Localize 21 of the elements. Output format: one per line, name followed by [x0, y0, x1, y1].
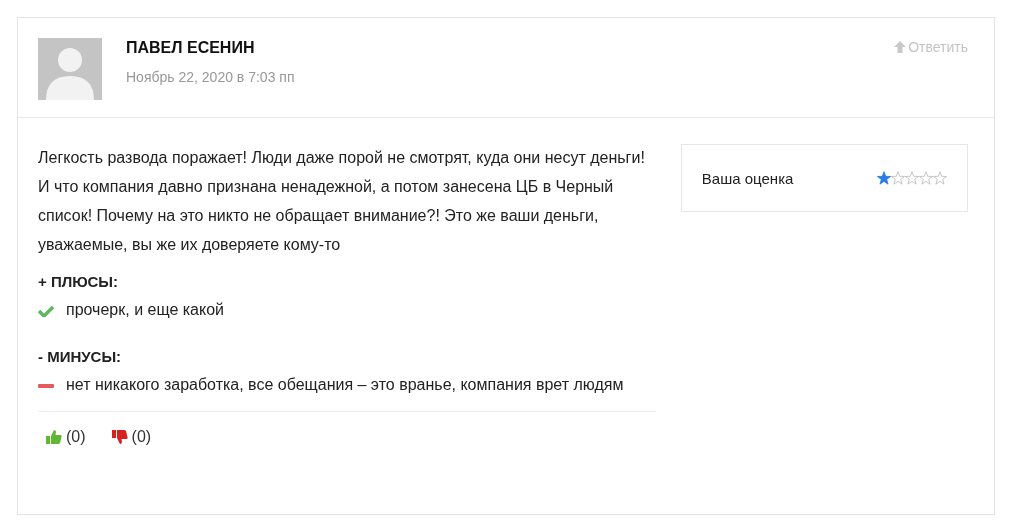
star-icon[interactable] [933, 171, 947, 185]
rating-label: Ваша оценка [701, 169, 794, 187]
section-item: прочерк, и еще какой [66, 301, 224, 318]
comment-text: Легкость развода поражает! Люди даже порой не смотрят, куда они несут деньги! И что компания давно признана ненадежной, а потом занесена ЦБ в Черный список! Почему на это никто не обращает внимание?! Это же ваши деньги, уважаемые, вы же их доверяете кому-то [38, 148, 646, 255]
comment-date: Ноябрь 22, 2020 в 7:03 пп [126, 69, 296, 85]
star-icon[interactable] [891, 171, 905, 185]
section-heading: + ПЛЮСЫ: [38, 272, 120, 292]
thumbs-down-icon [111, 429, 128, 445]
vote-button[interactable]: (0) [46, 428, 86, 446]
avatar-icon [38, 38, 102, 100]
minus-icon [38, 383, 54, 388]
star-icon[interactable] [877, 171, 891, 185]
up-arrow-icon [894, 41, 907, 53]
star-icon[interactable] [919, 171, 933, 185]
author-name: ПАВЕЛ ЕСЕНИН [126, 39, 256, 57]
section-item: нет никакого заработка, все обещания – это вранье, компания врет людям [66, 376, 624, 393]
vote-button[interactable]: (0) [111, 428, 152, 446]
check-icon [38, 304, 54, 317]
section-heading: - МИНУСЫ: [38, 347, 123, 367]
thumbs-up-icon [46, 429, 62, 445]
star-icon[interactable] [905, 171, 919, 185]
